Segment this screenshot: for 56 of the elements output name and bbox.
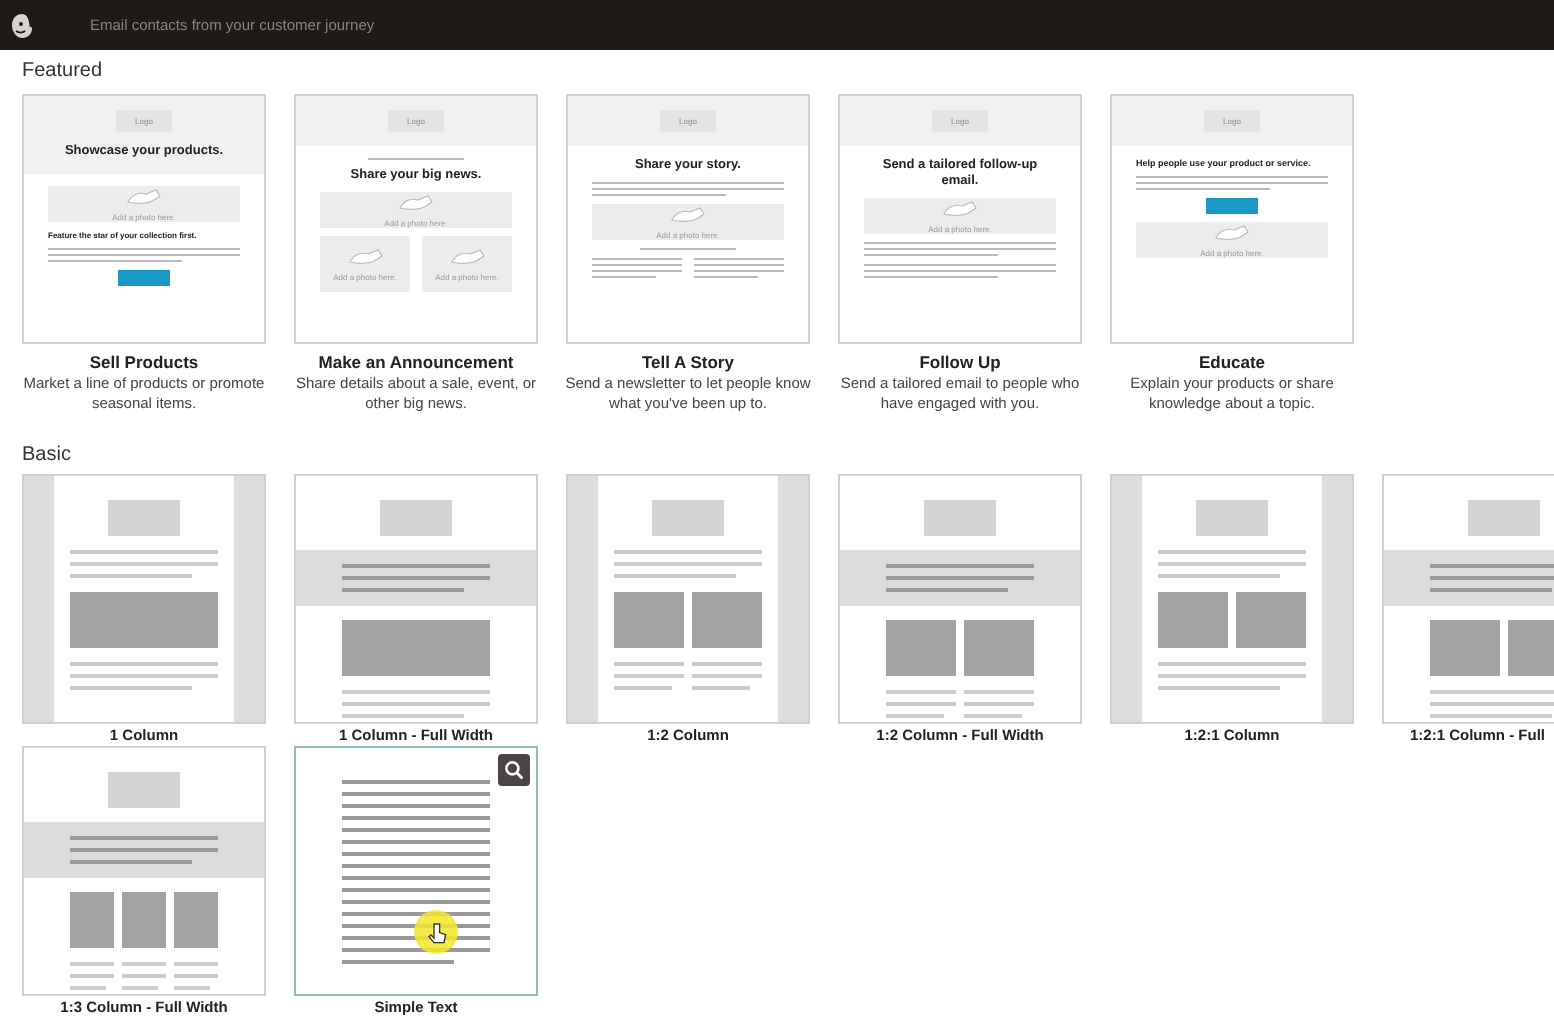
logo-placeholder [380,500,452,536]
template-thumbnail[interactable] [294,474,538,724]
image-placeholder [1430,620,1500,676]
template-thumbnail[interactable] [1382,474,1554,724]
illustration-icon [124,185,164,206]
template-name: Follow Up [919,352,1001,374]
logo-placeholder [652,500,724,536]
illustration-icon [668,203,708,224]
logo-placeholder [108,500,180,536]
text-lines-drawing [886,690,956,718]
template-thumbnail[interactable] [22,746,266,996]
template-name: Tell A Story [642,352,734,374]
text-lines-drawing [174,962,218,990]
text-lines-drawing [694,257,784,278]
image-placeholder [174,892,218,948]
template-thumbnail[interactable] [22,474,266,724]
image-placeholder [1236,592,1306,648]
cursor-highlight [412,908,460,956]
logo-placeholder [1468,500,1540,536]
search-icon [504,760,524,780]
image-placeholder [614,592,684,648]
text-lines-drawing [1430,564,1554,592]
text-lines-drawing [1430,690,1554,718]
section-heading: Featured [22,58,105,84]
cta-button [118,269,170,286]
logo-icon [10,11,34,39]
template-name: Sell Products [89,352,199,374]
illustration-icon [1212,222,1252,243]
template-thumbnail[interactable] [294,746,538,996]
template-thumbnail[interactable] [838,474,1082,724]
logo-placeholder [1196,500,1268,536]
text-lines-drawing [692,662,762,690]
image-placeholder [886,620,956,676]
image-placeholder [692,592,762,648]
illustration-icon [396,191,436,212]
image-placeholder [964,620,1034,676]
text-lines-drawing [122,962,166,990]
text-lines-drawing [592,257,682,278]
template-thumbnail[interactable] [1110,474,1354,724]
template-name: Make an Announcement [318,352,514,374]
cta-button [1206,198,1258,215]
logo-placeholder [924,500,996,536]
section-heading: Basic [22,442,73,468]
template-name: Educate [1198,352,1266,374]
illustration-icon [940,197,980,218]
preview-button[interactable] [498,754,530,786]
text-lines-drawing [964,690,1034,718]
image-placeholder [70,892,114,948]
text-lines-drawing [70,962,114,990]
template-thumbnail[interactable] [566,474,810,724]
illustration-icon [447,245,487,266]
image-placeholder [1158,592,1228,648]
image-placeholder [122,892,166,948]
illustration-icon [345,245,385,266]
text-lines-drawing [614,662,684,690]
logo-placeholder [108,772,180,808]
